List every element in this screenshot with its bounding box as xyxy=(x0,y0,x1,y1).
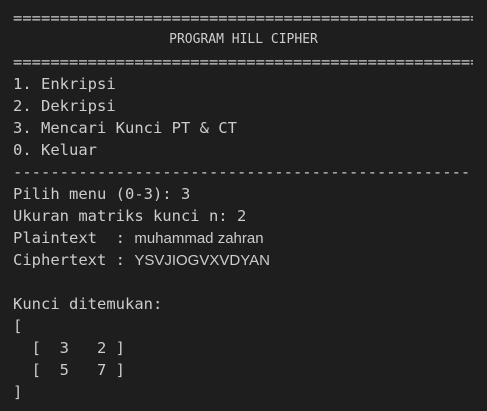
menu-item-mencari-kunci: 3. Mencari Kunci PT & CT xyxy=(13,119,237,137)
menu-choice-value: 3 xyxy=(180,185,191,203)
double-rule-bottom: ========================================… xyxy=(13,53,473,71)
program-title: PROGRAM HILL CIPHER xyxy=(169,32,318,47)
key-found-heading: Kunci ditemukan: xyxy=(13,295,163,313)
menu-item-dekripsi: 2. Dekripsi xyxy=(13,97,116,115)
matrix-size-label: Ukuran matriks kunci n: xyxy=(13,207,237,225)
menu-item-enkripsi: 1. Enkripsi xyxy=(13,75,116,93)
matrix-size-value: 2 xyxy=(236,207,247,225)
plaintext-label: Plaintext : xyxy=(13,229,135,247)
key-matrix-open-bracket: [ xyxy=(13,317,23,335)
menu-choice-label: Pilih menu (0-3): xyxy=(13,185,181,203)
double-rule-top: ========================================… xyxy=(13,9,473,27)
key-matrix-row-1: [ 3 2 ] xyxy=(13,339,125,357)
key-matrix-row-2: [ 5 7 ] xyxy=(13,361,125,379)
menu-item-keluar: 0. Keluar xyxy=(13,141,97,159)
plaintext-value: muhammad zahran xyxy=(134,230,264,247)
ciphertext-line: Ciphertext : YSVJIOGVXVDYAN xyxy=(13,249,270,271)
matrix-size-line: Ukuran matriks kunci n: 2 xyxy=(13,205,246,227)
ciphertext-value: YSVJIOGVXVDYAN xyxy=(134,252,270,269)
ciphertext-label: Ciphertext : xyxy=(13,251,135,269)
plaintext-line: Plaintext : muhammad zahran xyxy=(13,227,264,249)
single-rule: ----------------------------------------… xyxy=(13,163,473,181)
menu-choice-line: Pilih menu (0-3): 3 xyxy=(13,183,190,205)
terminal-output: ========================================… xyxy=(0,0,487,411)
key-matrix-close-bracket: ] xyxy=(13,383,23,401)
